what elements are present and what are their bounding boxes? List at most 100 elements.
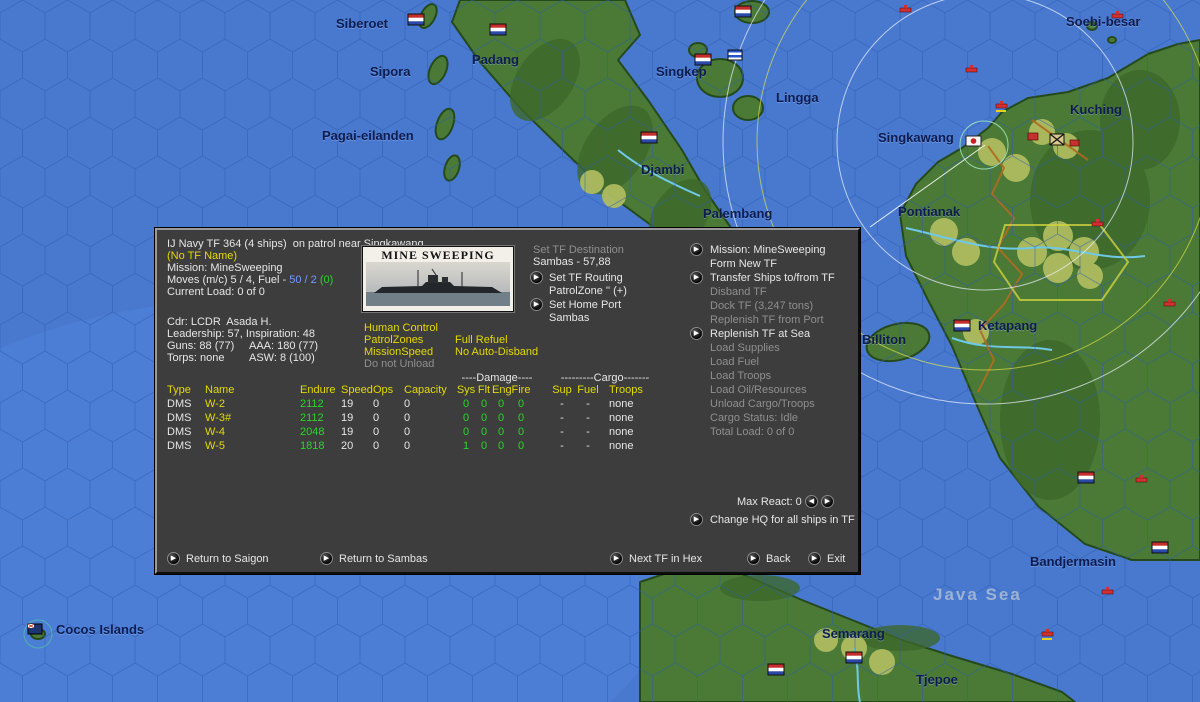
ship-row-3-fire: 0 [517,440,525,452]
patrol-zone-setting[interactable]: PatrolZone '' (+) [549,285,627,297]
set-tf-routing[interactable]: Set TF Routing [549,272,623,284]
ship-row-0-sys: 0 [462,398,470,410]
moves-prefix: Moves (m/c) 5 / 4, Fuel - [167,274,290,286]
map-label-semarang: Semarang [822,626,885,641]
ship-row-3-eng: 0 [497,440,505,452]
col-header-ops: Ops [373,384,394,396]
cargo-group-header: ---------Cargo------- [560,372,650,384]
action-load-supplies: Load Supplies [710,342,780,354]
next-tf-in-hex-button[interactable]: Next TF in Hex [629,553,702,565]
action-dock-tf: Dock TF (3,247 tons) [710,300,814,312]
map-label-pagai: Pagai-eilanden [322,128,414,143]
map-label-billiton: Billiton [862,332,907,347]
action-unload-cargo: Unload Cargo/Troops [710,398,815,410]
fuel-note: (0) [319,274,334,286]
transfer-ships-arrow-icon[interactable]: ▶ [690,271,703,284]
max-react-label: Max React: 0 [737,496,802,508]
max-react-increase-button[interactable]: ▶ [821,495,834,508]
toggle-patrol-zones[interactable]: PatrolZones [364,334,423,346]
ship-row-2-endure: 2048 [300,426,325,438]
back-button[interactable]: Back [766,553,790,565]
guns-stat: Guns: 88 (77) [167,340,235,352]
action-form-new-tf[interactable]: Form New TF [710,258,777,270]
ship-row-0-fire: 0 [517,398,525,410]
ship-row-2-sup: - [560,426,564,438]
ship-row-2-speed: 19 [341,426,354,438]
exit-button[interactable]: Exit [827,553,845,565]
ship-row-3-fuel: - [586,440,590,452]
change-hq-arrow-icon[interactable]: ▶ [690,513,703,526]
col-header-eng: Eng [492,384,512,396]
ship-row-1-endure: 2112 [300,412,324,424]
ship-row-3-capacity: 0 [404,440,411,452]
tf-destination-value[interactable]: Sambas - 57,88 [533,256,611,268]
ship-row-2-sys: 0 [462,426,470,438]
exit-arrow-icon[interactable]: ▶ [808,552,821,565]
ship-row-2-name[interactable]: W-4 [205,426,225,438]
ship-row-3-endure: 1818 [300,440,325,452]
leadership-line: Leadership: 57, Inspiration: 48 [167,328,315,340]
change-hq-button[interactable]: Change HQ for all ships in TF [710,514,855,526]
tf-name[interactable]: (No TF Name) [167,250,237,262]
return-to-saigon-button[interactable]: Return to Saigon [186,553,269,565]
ship-row-0-troops: none [609,398,634,410]
ship-row-3-sup: - [560,440,564,452]
return-to-sambas-button[interactable]: Return to Sambas [339,553,428,565]
ship-row-1-type: DMS [167,412,192,424]
asw-stat: ASW: 8 (100) [249,352,315,364]
col-header-sys: Sys [456,384,476,396]
aaa-stat: AAA: 180 (77) [249,340,319,352]
action-mission[interactable]: Mission: MineSweeping [710,244,826,256]
action-replenish-at-sea[interactable]: Replenish TF at Sea [710,328,810,340]
return-to-sambas-arrow-icon[interactable]: ▶ [320,552,333,565]
ship-class-caption: MINE SWEEPING [381,248,495,262]
return-to-saigon-arrow-icon[interactable]: ▶ [167,552,180,565]
ship-row-3-name[interactable]: W-5 [205,440,225,452]
ship-row-2-troops: none [609,426,634,438]
ship-row-2-capacity: 0 [404,426,411,438]
ship-row-0-flt: 0 [480,398,488,410]
ship-row-1-eng: 0 [497,412,505,424]
map-label-siberoet: Siberoet [336,16,389,31]
map-label-tjepoe: Tjepoe [916,672,958,687]
ship-row-2-type: DMS [167,426,192,438]
back-arrow-icon[interactable]: ▶ [747,552,760,565]
next-tf-in-hex-arrow-icon[interactable]: ▶ [610,552,623,565]
ship-row-1-speed: 19 [341,412,354,424]
col-header-troops: Troops [609,384,643,396]
ship-row-1-ops: 0 [373,412,380,424]
ship-class-photo: MINE SWEEPING [361,245,515,313]
action-transfer-ships[interactable]: Transfer Ships to/from TF [710,272,835,284]
ship-row-1-sup: - [560,412,564,424]
ship-row-0-eng: 0 [497,398,505,410]
map-label-sipora: Sipora [370,64,411,79]
australian-base-flag[interactable] [27,623,43,635]
tf-info-panel: IJ Navy TF 364 (4 ships) on patrol near … [155,228,860,574]
set-home-port[interactable]: Set Home Port [549,299,621,311]
toggle-full-refuel[interactable]: Full Refuel [455,334,508,346]
mission-arrow-icon[interactable]: ▶ [690,243,703,256]
mission-line: Mission: MineSweeping [167,262,283,274]
col-header-fuel: Fuel [577,384,599,396]
damage-group-header: ----Damage---- [461,372,533,384]
map-label-java-sea: Java Sea [933,585,1022,604]
set-home-port-arrow-icon[interactable]: ▶ [530,298,543,311]
ship-row-0-name[interactable]: W-2 [205,398,225,410]
toggle-mission-speed[interactable]: MissionSpeed [364,346,433,358]
torps-stat: Torps: none [167,352,225,364]
col-header-speed: Speed [341,384,373,396]
toggle-human-control[interactable]: Human Control [364,322,438,334]
map-label-lingga: Lingga [776,90,819,105]
toggle-no-auto-disband[interactable]: No Auto-Disband [455,346,538,358]
col-header-fire: Fire [511,384,531,396]
max-react-decrease-button[interactable]: ◀ [805,495,818,508]
ship-row-1-name[interactable]: W-3# [205,412,231,424]
set-tf-routing-arrow-icon[interactable]: ▶ [530,271,543,284]
ship-row-2-flt: 0 [480,426,488,438]
action-load-troops: Load Troops [710,370,772,382]
ship-row-0-ops: 0 [373,398,380,410]
set-tf-destination[interactable]: Set TF Destination [533,244,624,256]
toggle-do-not-unload[interactable]: Do not Unload [364,358,434,370]
ship-row-3-ops: 0 [373,440,380,452]
replenish-at-sea-arrow-icon[interactable]: ▶ [690,327,703,340]
